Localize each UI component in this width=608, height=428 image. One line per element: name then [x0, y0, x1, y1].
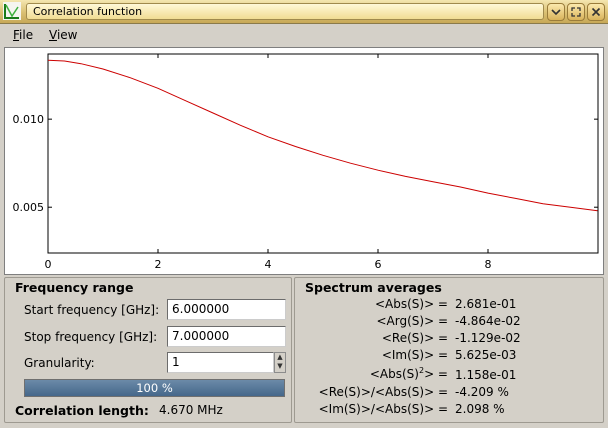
avg-value-im: 5.625e-03	[455, 348, 517, 362]
stop-frequency-input[interactable]: 7.000000	[167, 326, 286, 347]
correlation-length-label: Correlation length:	[15, 403, 149, 418]
chevron-down-icon	[551, 9, 561, 16]
avg-value-im-ratio: 2.098 %	[455, 402, 505, 416]
granularity-input[interactable]: 1	[167, 352, 274, 373]
app-icon	[3, 2, 21, 20]
avg-key-abs-squared: <Abs(S)2> =	[370, 366, 448, 381]
stop-frequency-label: Stop frequency [GHz]:	[24, 330, 158, 344]
menu-bar: File View	[0, 25, 608, 46]
menu-view-rest: iew	[56, 28, 78, 42]
correlation-length-value: 4.670 MHz	[159, 403, 223, 417]
menu-view[interactable]: View	[49, 28, 77, 42]
avg-key-arg: <Arg(S)> =	[376, 314, 448, 328]
x-tick-label: 2	[155, 258, 162, 271]
expand-icon	[571, 7, 581, 17]
avg-row-re: <Re(S)> =	[295, 331, 448, 347]
avg-value-abs-squared: 1.158e-01	[455, 368, 517, 382]
x-tick-label: 0	[45, 258, 52, 271]
close-icon	[591, 7, 601, 17]
menu-file[interactable]: File	[13, 28, 33, 42]
frequency-range-title: Frequency range	[15, 280, 134, 295]
spin-up-icon[interactable]: ▲	[275, 353, 285, 362]
window-title: Correlation function	[26, 3, 544, 20]
avg-row-arg: <Arg(S)> =	[295, 314, 448, 330]
spectrum-averages-title: Spectrum averages	[305, 280, 442, 295]
avg-key-re-ratio: <Re(S)>/<Abs(S)> =	[318, 385, 448, 399]
x-tick-label: 4	[265, 258, 272, 271]
granularity-spinner[interactable]: ▲ ▼	[274, 352, 286, 373]
plot-axes-box	[47, 53, 599, 254]
spectrum-averages-group: Spectrum averages <Abs(S)> = 2.681e-01 <…	[294, 277, 604, 423]
frequency-range-group: Frequency range Start frequency [GHz]: 6…	[4, 277, 292, 423]
menu-view-mnemonic: V	[49, 28, 57, 42]
avg-value-re-ratio: -4.209 %	[455, 385, 509, 399]
avg-key-abs-squared-tail: > =	[424, 367, 448, 381]
close-button[interactable]	[587, 3, 605, 21]
menu-file-rest: ile	[19, 28, 34, 42]
y-tick-label: 0.010	[13, 113, 45, 126]
minimize-button[interactable]	[547, 3, 565, 21]
avg-row-abs-squared: <Abs(S)2> =	[295, 366, 448, 382]
x-tick-label: 8	[485, 258, 492, 271]
avg-key-abs: <Abs(S)> =	[374, 297, 448, 311]
start-frequency-label: Start frequency [GHz]:	[24, 303, 160, 317]
avg-row-im-ratio: <Im(S)>/<Abs(S)> =	[295, 402, 448, 418]
y-tick-label: 0.005	[13, 201, 45, 214]
avg-row-im: <Im(S)> =	[295, 348, 448, 364]
avg-key-re: <Re(S)> =	[381, 331, 448, 345]
avg-value-re: -1.129e-02	[455, 331, 521, 345]
avg-value-arg: -4.864e-02	[455, 314, 521, 328]
plot-area: 0 2 4 6 8 0.010 0.005	[4, 47, 604, 275]
start-frequency-input[interactable]: 6.000000	[167, 299, 286, 320]
spin-down-icon[interactable]: ▼	[275, 362, 285, 371]
avg-row-abs: <Abs(S)> =	[295, 297, 448, 313]
avg-row-re-ratio: <Re(S)>/<Abs(S)> =	[295, 385, 448, 401]
x-tick-label: 6	[375, 258, 382, 271]
avg-key-im: <Im(S)> =	[381, 348, 448, 362]
progress-bar: 100 %	[24, 379, 285, 397]
correlation-chart: 0 2 4 6 8 0.010 0.005	[13, 53, 599, 271]
avg-value-abs: 2.681e-01	[455, 297, 517, 311]
granularity-label: Granularity:	[24, 356, 95, 370]
avg-key-im-ratio: <Im(S)>/<Abs(S)> =	[318, 402, 448, 416]
correlation-series-line	[47, 59, 598, 212]
progress-text: 100 %	[136, 381, 173, 395]
maximize-button[interactable]	[567, 3, 585, 21]
title-bar[interactable]: Correlation function	[0, 0, 608, 24]
avg-key-abs-squared-head: <Abs(S)	[369, 367, 419, 381]
